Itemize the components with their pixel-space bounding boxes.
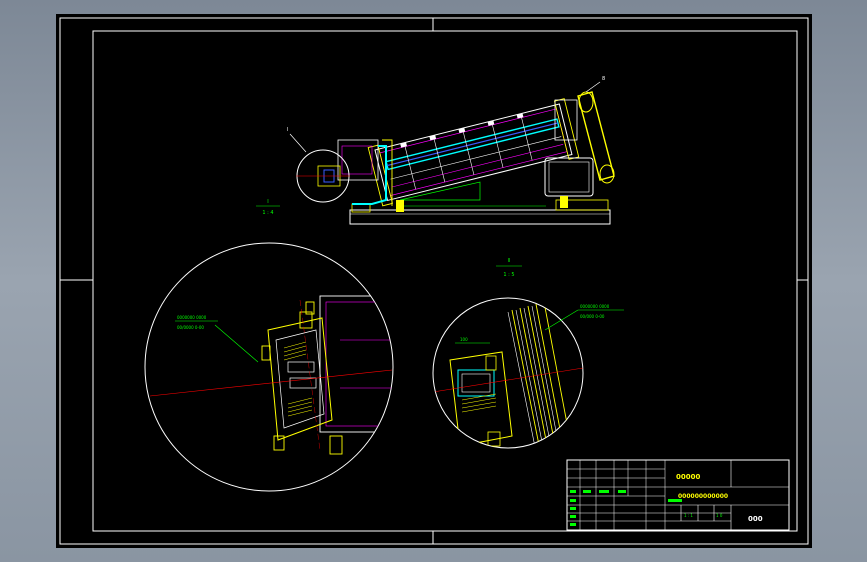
paper: [56, 14, 812, 548]
callout-label: I: [287, 127, 288, 133]
detail-a-note-line1: 0000000 0000: [177, 315, 207, 320]
detail-b-note-line2: 00/000 0-00: [580, 314, 605, 319]
svg-text:1 : 4: 1 : 4: [262, 210, 273, 216]
svg-text:II: II: [508, 258, 511, 264]
title-sheet: 1 0: [716, 513, 723, 518]
detail-a-note-line2: 00/0000 0-00: [177, 325, 204, 330]
svg-text:I: I: [267, 199, 268, 205]
balloon-drive: 8: [602, 76, 605, 82]
title-scale: 1 : 1: [684, 513, 693, 518]
drawing-sheet: 8 I I 1 : 4 II 1 : 5 0000000 0000 00/000…: [56, 14, 812, 548]
detail-b-note-line1: 0000000 0000: [580, 304, 610, 309]
svg-text:1 : 5: 1 : 5: [503, 272, 514, 278]
title-drawing-name: 000000000000: [678, 493, 728, 500]
detail-b-dimension: 100: [460, 337, 468, 342]
title-drawing-code: 000: [748, 515, 763, 523]
title-org: 00000: [676, 473, 700, 481]
cad-viewport[interactable]: 8 I I 1 : 4 II 1 : 5 0000000 0000 00/000…: [0, 0, 867, 562]
